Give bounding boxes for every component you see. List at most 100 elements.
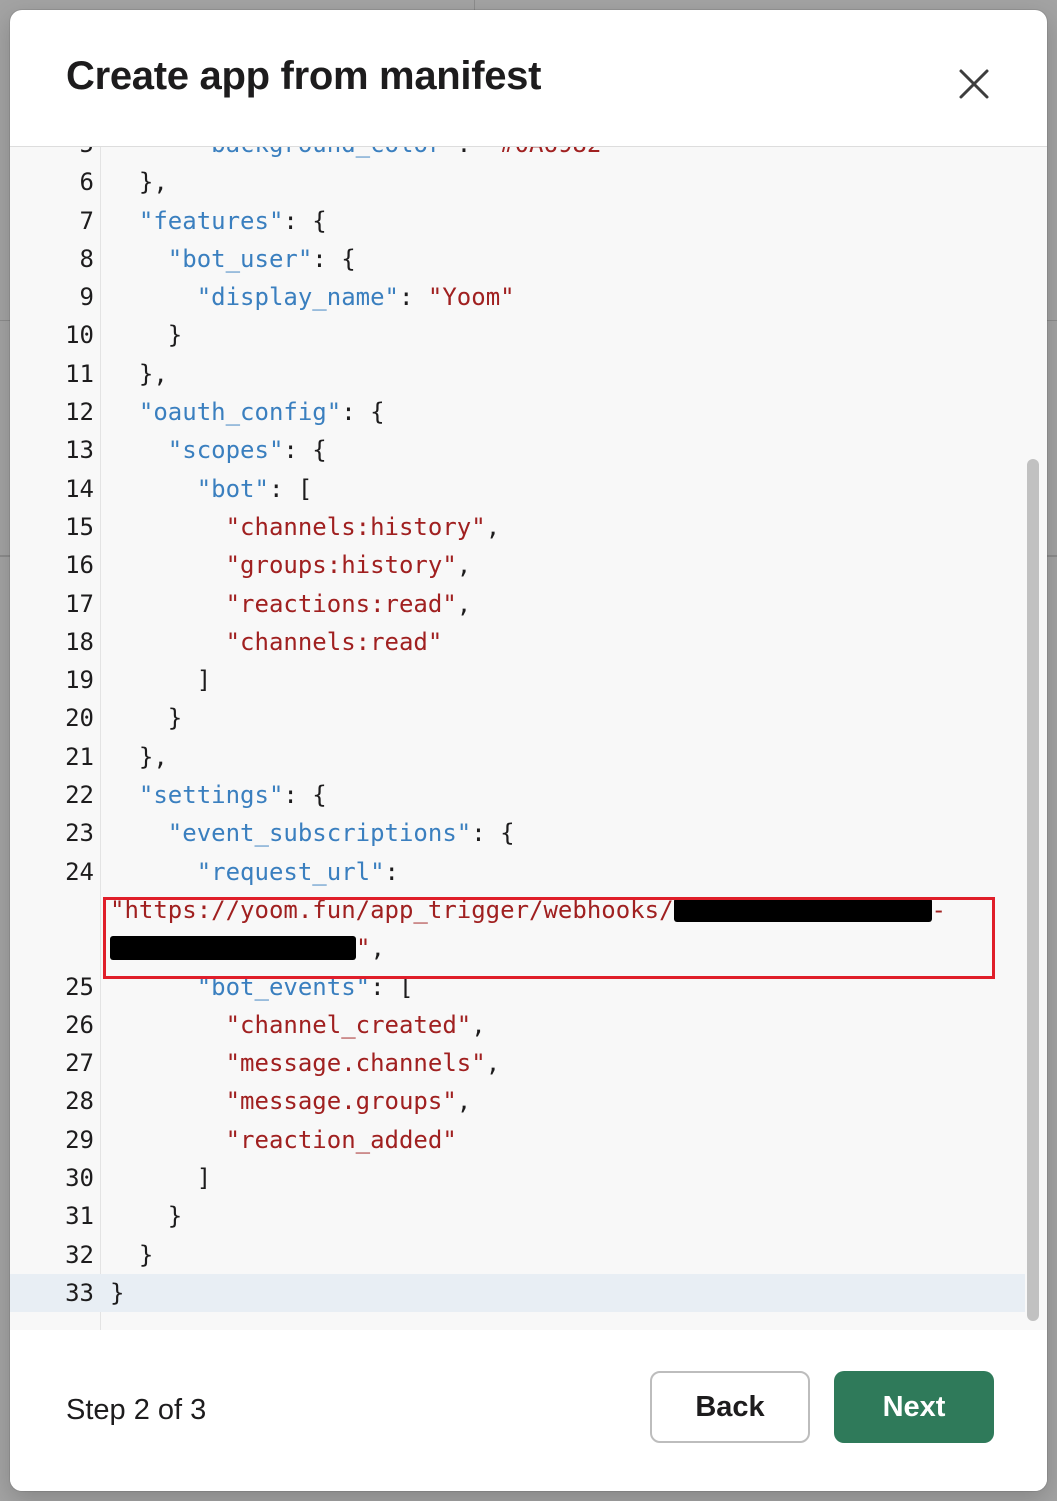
- create-app-modal: Create app from manifest 5 "background_c…: [10, 10, 1047, 1491]
- back-button[interactable]: Back: [650, 1371, 810, 1443]
- code-text: }: [110, 1197, 182, 1235]
- json-string: "message.channels": [225, 1049, 486, 1078]
- json-punctuation: [110, 973, 197, 1001]
- json-punctuation: ,: [456, 551, 472, 580]
- json-string: "channels:read": [225, 627, 443, 656]
- json-punctuation: [110, 283, 197, 311]
- code-line: 27 "message.channels",: [10, 1044, 1025, 1082]
- code-line: 19 ]: [10, 661, 1025, 699]
- code-text: "event_subscriptions": {: [110, 814, 515, 852]
- json-string: "message.groups": [225, 1087, 457, 1116]
- code-line: 10 }: [10, 316, 1025, 354]
- json-punctuation: [110, 475, 197, 503]
- code-text: }: [110, 1236, 153, 1274]
- line-number: 17: [65, 589, 94, 618]
- code-text: "bot_events": [: [110, 968, 414, 1006]
- json-punctuation: : {: [283, 436, 327, 465]
- json-punctuation: : {: [283, 781, 327, 810]
- code-line: 17 "reactions:read",: [10, 585, 1025, 623]
- manifest-code-editor[interactable]: 5 "background_color": "#0A6982"6 },7 "fe…: [10, 146, 1047, 1332]
- modal-title: Create app from manifest: [66, 54, 542, 98]
- code-line: 13 "scopes": {: [10, 431, 1025, 469]
- json-punctuation: : {: [312, 244, 356, 273]
- json-punctuation: :: [399, 283, 428, 312]
- json-punctuation: ]: [110, 1164, 212, 1193]
- editor-scrollbar-thumb[interactable]: [1027, 459, 1039, 1321]
- json-key: "bot": [196, 474, 269, 503]
- code-line: 22 "settings": {: [10, 776, 1025, 814]
- code-text: "display_name": "Yoom": [110, 278, 515, 316]
- json-punctuation: : [: [268, 474, 313, 503]
- code-text: }: [110, 1274, 124, 1312]
- line-number: 21: [65, 742, 94, 771]
- json-string: "reaction_added": [225, 1125, 457, 1154]
- code-text: },: [110, 738, 168, 776]
- json-punctuation: [110, 398, 139, 426]
- json-punctuation: [110, 628, 226, 656]
- code-text: "reaction_added": [110, 1121, 457, 1159]
- json-punctuation: [110, 1126, 226, 1154]
- json-key: "background_color": [197, 147, 457, 158]
- line-number: 29: [65, 1125, 94, 1154]
- line-number: 31: [65, 1202, 94, 1231]
- code-text: "bot_user": {: [110, 240, 356, 278]
- code-line: 24 "request_url":: [10, 853, 1025, 891]
- redacted-block: [110, 936, 356, 961]
- code-text: "channel_created",: [110, 1006, 486, 1044]
- json-key: "request_url": [196, 857, 385, 886]
- line-number: 32: [65, 1240, 94, 1269]
- json-punctuation: : {: [341, 398, 385, 427]
- code-line: 20 }: [10, 699, 1025, 737]
- json-string: "#0A6982": [486, 147, 616, 158]
- json-punctuation: [110, 436, 168, 464]
- code-text: "features": {: [110, 202, 327, 240]
- line-number: 9: [79, 283, 94, 312]
- code-text: "oauth_config": {: [110, 393, 385, 431]
- code-text: "message.channels",: [110, 1044, 501, 1082]
- json-punctuation: }: [110, 704, 183, 733]
- code-text: "request_url":: [110, 853, 399, 891]
- line-number: 12: [65, 398, 94, 427]
- json-string: "channels:history": [225, 512, 486, 541]
- line-number: 7: [79, 206, 94, 235]
- json-key: "event_subscriptions": [167, 819, 472, 848]
- json-punctuation: ,: [485, 512, 501, 541]
- next-button[interactable]: Next: [834, 1371, 994, 1443]
- json-punctuation: [110, 1011, 226, 1039]
- json-string: "Yoom": [427, 283, 515, 312]
- code-text: }: [110, 699, 182, 737]
- redacted-block: [673, 897, 932, 922]
- code-line: 8 "bot_user": {: [10, 240, 1025, 278]
- code-line: 30 ]: [10, 1159, 1025, 1197]
- code-text: "groups:history",: [110, 546, 472, 584]
- json-punctuation: ,: [456, 589, 472, 618]
- code-line: 25 "bot_events": [: [10, 968, 1025, 1006]
- json-punctuation: ,: [471, 1010, 486, 1039]
- code-line: 9 "display_name": "Yoom": [10, 278, 1025, 316]
- code-text: ]: [110, 1159, 211, 1197]
- json-punctuation: [110, 245, 168, 273]
- code-line: 15 "channels:history",: [10, 508, 1025, 546]
- json-punctuation: }: [110, 1278, 125, 1307]
- json-punctuation: ,: [370, 934, 385, 963]
- json-string: ": [356, 934, 371, 963]
- line-number: 15: [65, 512, 94, 541]
- code-line: 26 "channel_created",: [10, 1006, 1025, 1044]
- line-number: 23: [65, 819, 94, 848]
- code-lines: 5 "background_color": "#0A6982"6 },7 "fe…: [10, 147, 1025, 1313]
- line-number: 19: [65, 666, 94, 695]
- code-line: 21 },: [10, 738, 1025, 776]
- json-punctuation: : {: [471, 819, 515, 848]
- line-number: 30: [65, 1164, 94, 1193]
- code-line: 12 "oauth_config": {: [10, 393, 1025, 431]
- code-line: 11 },: [10, 355, 1025, 393]
- line-number: 28: [65, 1087, 94, 1116]
- line-number: 22: [65, 781, 94, 810]
- code-text: },: [110, 163, 168, 201]
- json-punctuation: }: [110, 1240, 154, 1269]
- modal-header: Create app from manifest: [10, 10, 1047, 146]
- line-number: 10: [65, 321, 94, 350]
- json-punctuation: ]: [110, 666, 212, 695]
- code-text: "reactions:read",: [110, 585, 472, 623]
- close-button[interactable]: [952, 62, 996, 106]
